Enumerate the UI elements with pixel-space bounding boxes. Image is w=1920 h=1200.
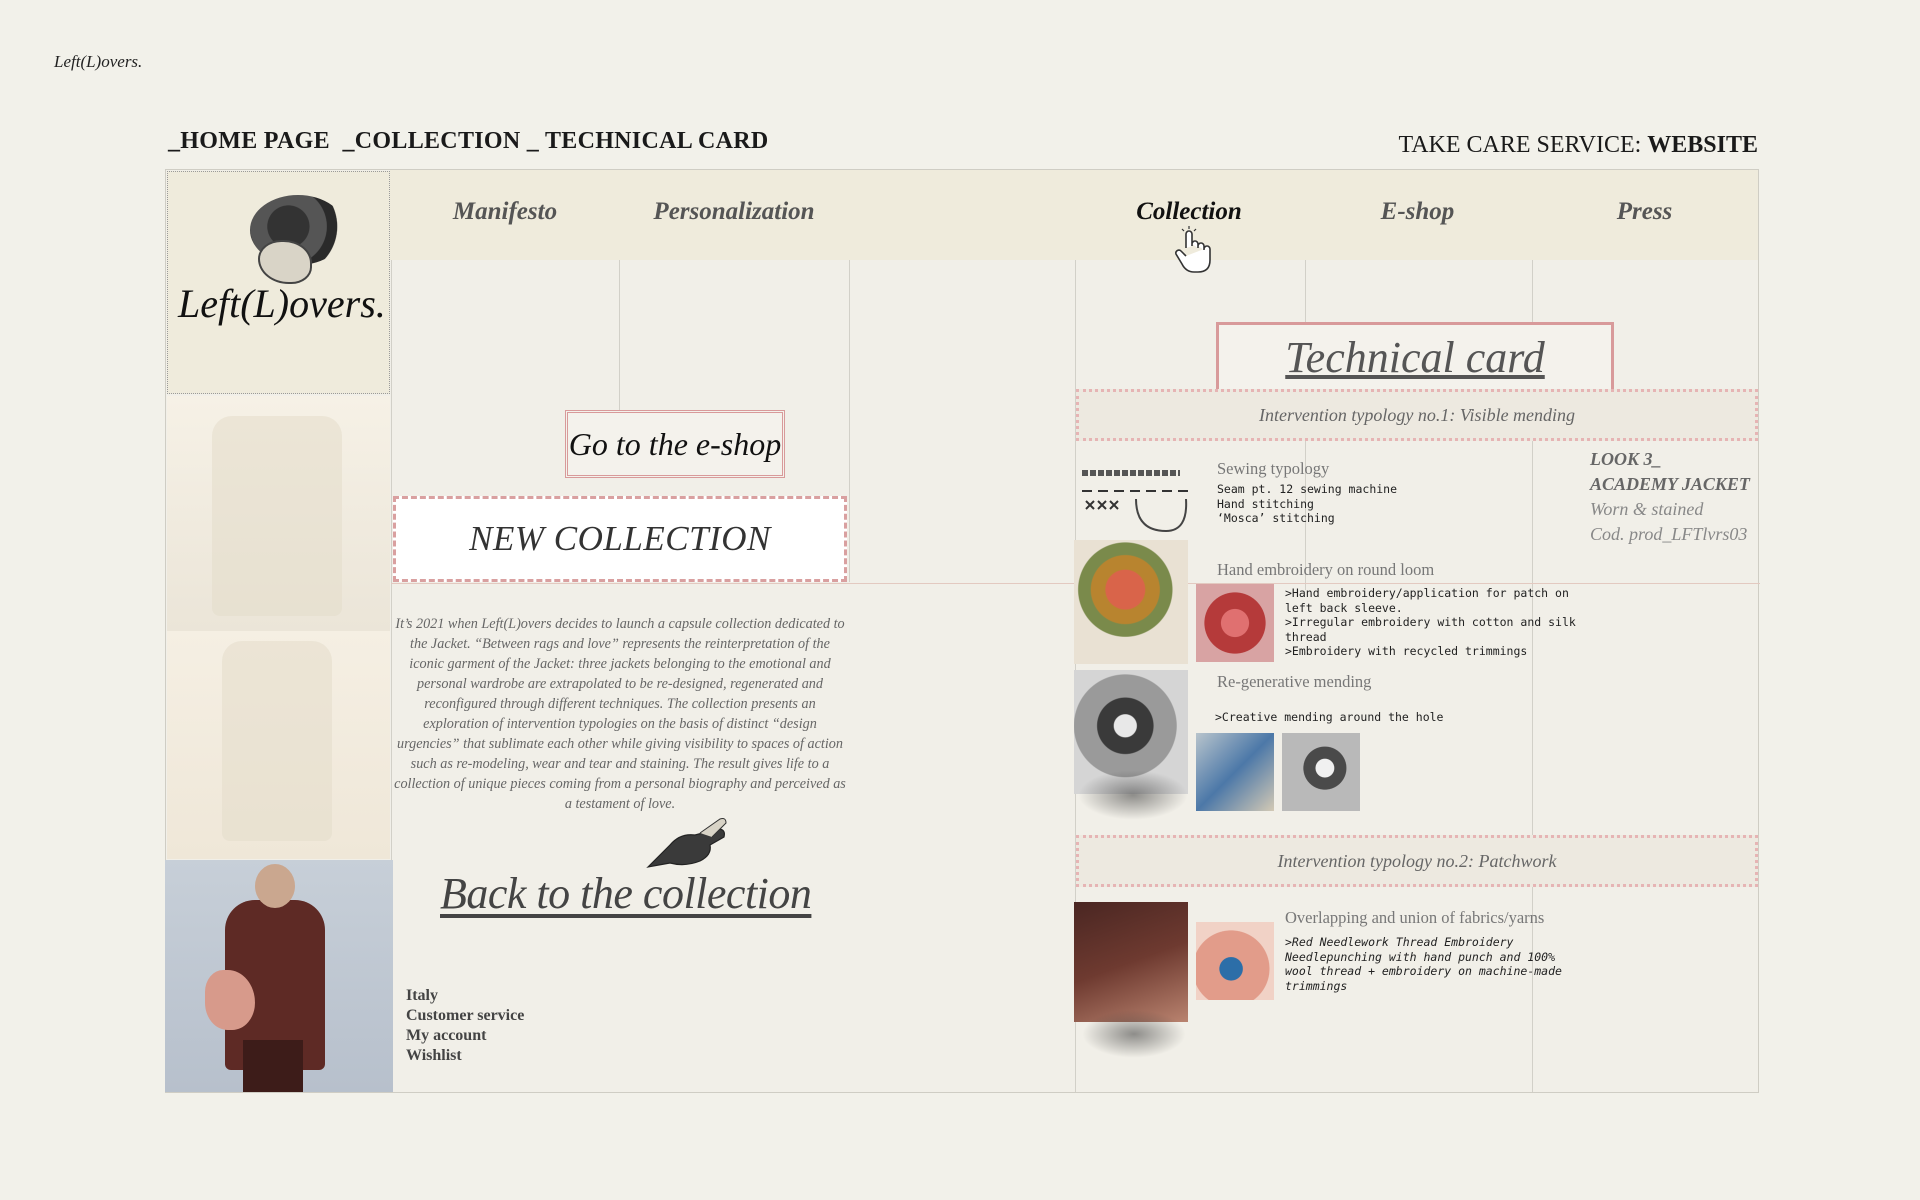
service-value: WEBSITE (1647, 132, 1758, 158)
new-collection-button[interactable]: NEW COLLECTION (393, 496, 847, 582)
nav-personalization[interactable]: Personalization (620, 198, 848, 226)
footer-links: Italy Customer service My account Wishli… (406, 986, 524, 1066)
nav-press[interactable]: Press (1532, 198, 1757, 226)
overlap-title: Overlapping and union of fabrics/yarns (1285, 908, 1545, 927)
look-number: LOOK 3_ (1590, 449, 1662, 469)
pointing-hand-icon (646, 818, 727, 868)
mending-detail-photo-1[interactable] (1196, 733, 1274, 811)
hand-cursor-icon (1175, 226, 1211, 273)
footer-link-italy[interactable]: Italy (406, 986, 524, 1006)
logo-text[interactable]: Left(L)overs. (178, 280, 386, 327)
collection-photo-3[interactable] (165, 860, 393, 1092)
footer-link-customer-service[interactable]: Customer service (406, 1006, 524, 1026)
go-to-eshop-button[interactable]: Go to the e-shop (565, 410, 785, 478)
embroidery-photo[interactable] (1074, 540, 1188, 664)
regenerative-details: >Creative mending around the hole (1215, 710, 1444, 724)
overlap-details: >Red Needlework Thread Embroidery Needle… (1285, 935, 1562, 993)
collection-photo-1[interactable] (167, 396, 390, 631)
embroidery-title: Hand embroidery on round loom (1217, 560, 1435, 579)
footer-link-wishlist[interactable]: Wishlist (406, 1046, 524, 1066)
footer-link-my-account[interactable]: My account (406, 1026, 524, 1046)
look-name: ACADEMY JACKET (1590, 474, 1750, 494)
embroidery-details: >Hand embroidery/application for patch o… (1285, 586, 1576, 658)
collection-description: It’s 2021 when Left(L)overs decides to l… (394, 616, 846, 812)
look-info: LOOK 3_ ACADEMY JACKET Worn & stained Co… (1590, 447, 1750, 547)
typology-1-band: Intervention typology no.1: Visible mend… (1076, 389, 1758, 441)
nav-collection[interactable]: Collection (1075, 198, 1303, 226)
patchwork-photo[interactable] (1074, 902, 1188, 1022)
service-label-text: TAKE CARE SERVICE: (1398, 132, 1648, 158)
embroidery-detail-photo[interactable] (1196, 584, 1274, 662)
stitch-diagram-icon (1082, 470, 1190, 533)
typology-2-band: Intervention typology no.2: Patchwork (1076, 835, 1758, 887)
collection-photo-2[interactable] (167, 631, 390, 859)
breadcrumb: _HOME PAGE _COLLECTION _ TECHNICAL CARD (168, 128, 769, 154)
service-label: TAKE CARE SERVICE: WEBSITE (1398, 132, 1758, 159)
nav-eshop[interactable]: E-shop (1305, 198, 1530, 226)
technical-card-title: Technical card (1216, 322, 1614, 392)
sewing-title: Sewing typology (1217, 459, 1330, 478)
sewing-details: Seam pt. 12 sewing machine Hand stitchin… (1217, 482, 1398, 525)
patchwork-detail-photo[interactable] (1196, 922, 1274, 1000)
nav-manifesto[interactable]: Manifesto (395, 198, 615, 226)
regenerative-title: Re-generative mending (1217, 672, 1372, 691)
mending-detail-photo-2[interactable] (1282, 733, 1360, 811)
look-code: Cod. prod_LFTlvrs03 (1590, 524, 1748, 544)
brand-small-logo[interactable]: Left(L)overs. (54, 52, 142, 72)
look-condition: Worn & stained (1590, 499, 1704, 519)
back-to-collection-link[interactable]: Back to the collection (440, 868, 812, 919)
